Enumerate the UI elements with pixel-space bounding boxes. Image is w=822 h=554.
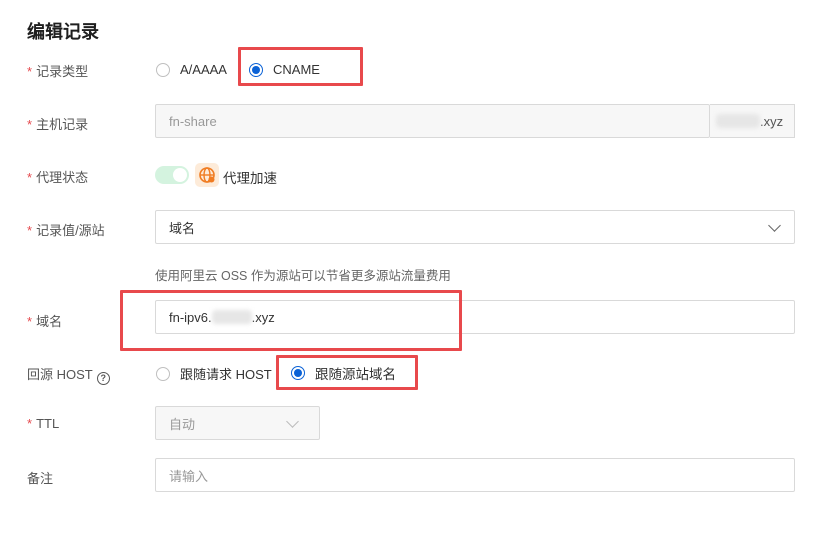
chevron-down-icon [768, 219, 781, 232]
toggle-knob [173, 168, 187, 182]
radio-follow-request-host[interactable]: 跟随请求 HOST [156, 364, 272, 383]
origin-host-label: 回源 HOST? [27, 364, 110, 385]
radio-follow-origin-domain[interactable]: 跟随源站域名 [291, 363, 396, 383]
globe-icon [195, 163, 219, 187]
domain-label: * 域名 [27, 314, 63, 329]
redacted-domain [211, 310, 252, 324]
help-icon[interactable]: ? [96, 372, 110, 385]
radio-follow-request-circle[interactable] [156, 366, 170, 381]
radio-a-aaaa[interactable]: A/AAAA [156, 62, 227, 77]
radio-cname-label: CNAME [273, 62, 320, 77]
radio-a-aaaa-label: A/AAAA [180, 62, 227, 77]
ttl-select[interactable]: 自动 [155, 406, 320, 440]
ttl-label: * TTL [27, 416, 60, 431]
required-mark: * [27, 64, 33, 79]
host-record-input[interactable]: fn-share [155, 104, 710, 138]
redacted-domain [716, 114, 760, 128]
record-type-label: * 记录类型 [27, 64, 89, 79]
radio-follow-origin-circle[interactable] [291, 366, 305, 380]
domain-input[interactable]: fn-ipv6. .xyz [155, 300, 795, 334]
proxy-toggle[interactable] [155, 166, 189, 184]
radio-cname-circle[interactable] [249, 62, 263, 77]
chevron-down-icon [286, 415, 299, 428]
remark-input[interactable]: 请输入 [155, 458, 795, 492]
remark-label: 备注 [27, 471, 54, 486]
page-title: 编辑记录 [27, 22, 99, 42]
radio-a-aaaa-circle[interactable] [156, 62, 170, 77]
record-value-label: * 记录值/源站 [27, 223, 105, 238]
proxy-status-text: 代理加速 [223, 171, 277, 186]
record-value-select[interactable]: 域名 [155, 210, 795, 244]
proxy-status-label: * 代理状态 [27, 170, 89, 185]
host-record-suffix: .xyz [710, 104, 795, 138]
record-value-hint: 使用阿里云 OSS 作为源站可以节省更多源站流量费用 [155, 269, 451, 283]
radio-cname[interactable]: CNAME [249, 62, 320, 77]
host-record-label: * 主机记录 [27, 117, 89, 132]
